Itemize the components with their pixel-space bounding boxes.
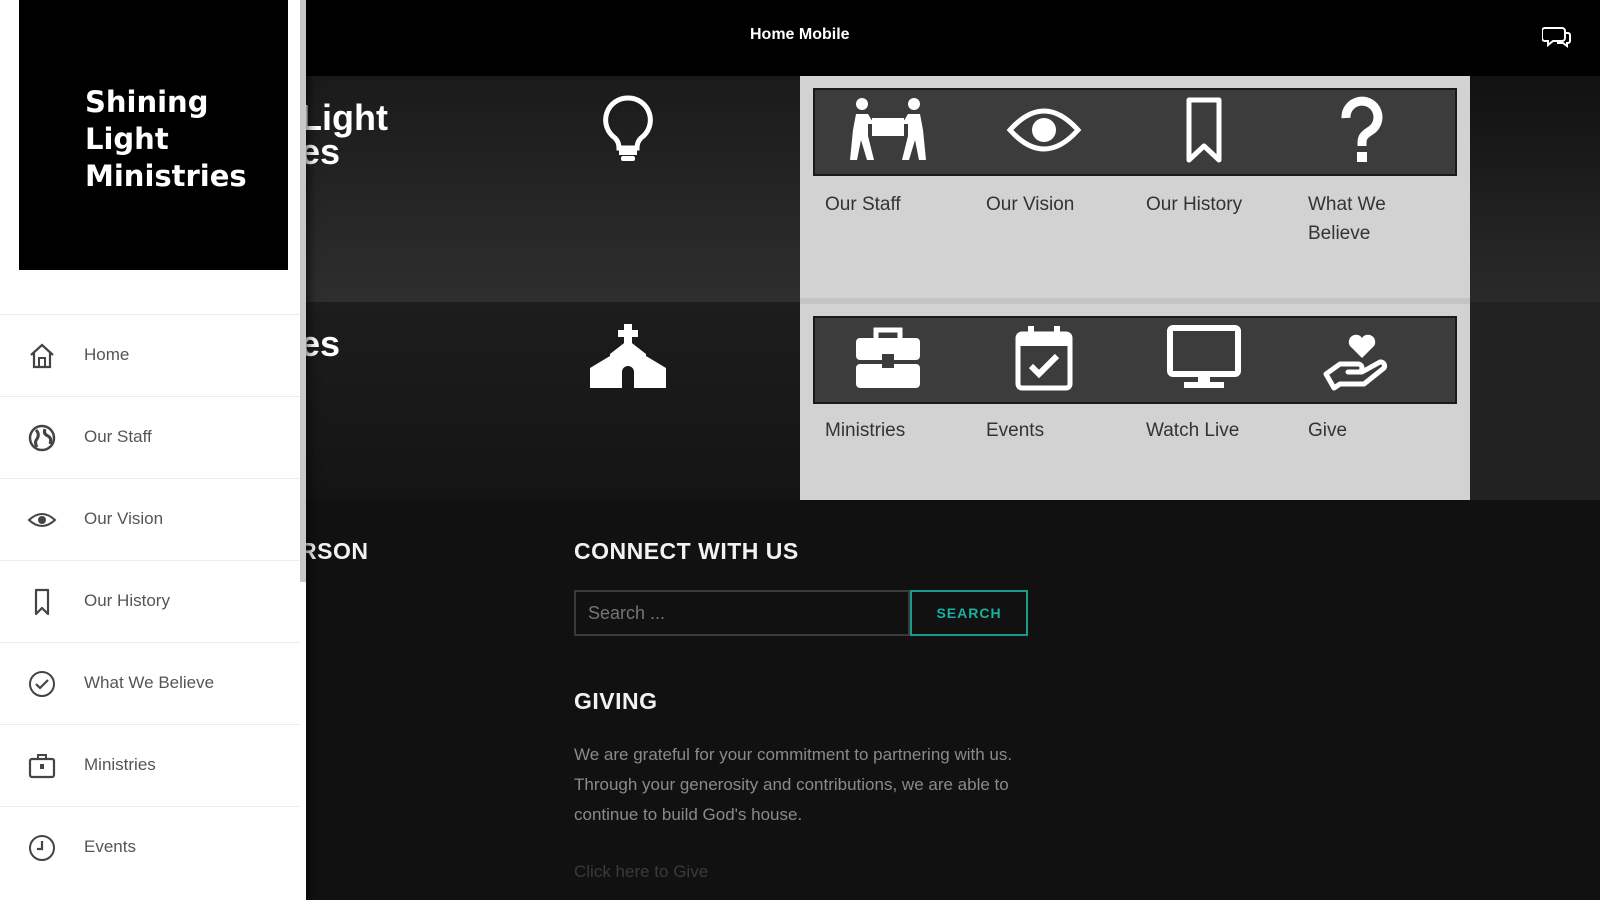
house-icon xyxy=(30,343,54,369)
tile-label-our-vision[interactable]: Our Vision xyxy=(986,190,1116,219)
giving-description: We are grateful for your commitment to p… xyxy=(574,745,1013,824)
giving-section-title: GIVING xyxy=(574,688,658,714)
sidebar-item-ministries[interactable]: Ministries xyxy=(0,724,300,806)
tile-label-what-we-believe[interactable]: What We Believe xyxy=(1308,190,1408,248)
people-carrying-icon[interactable] xyxy=(848,96,928,164)
drawer-scrollbar[interactable] xyxy=(300,0,306,582)
question-mark-icon[interactable] xyxy=(1322,96,1402,164)
briefcase-icon xyxy=(28,754,56,779)
sidebar-item-our-staff[interactable]: Our Staff xyxy=(0,396,300,478)
eye-icon[interactable] xyxy=(1004,96,1084,164)
search-input[interactable] xyxy=(574,590,910,636)
church-icon xyxy=(590,324,666,388)
search-button[interactable]: SEARCH xyxy=(910,590,1028,636)
sidebar-item-label: Events xyxy=(84,837,136,856)
lightbulb-icon xyxy=(603,95,653,161)
quick-links-panel: Our Staff Our Vision Our History What We… xyxy=(800,76,1470,500)
sidebar-item-events[interactable]: Events xyxy=(0,806,300,888)
sidebar-item-label: Our Vision xyxy=(84,509,164,528)
navigation-drawer: Shining Light Ministries Home Our Staff … xyxy=(0,0,306,900)
monitor-icon[interactable] xyxy=(1164,324,1244,392)
sidebar-item-our-history[interactable]: Our History xyxy=(0,560,300,642)
sidebar-item-label: What We Believe xyxy=(84,673,215,692)
tile-label-our-staff[interactable]: Our Staff xyxy=(825,190,955,219)
clock-icon xyxy=(29,835,55,861)
bookmark-icon[interactable] xyxy=(1164,96,1244,164)
sidebar-item-label: Home xyxy=(84,345,130,364)
sidebar-item-label: Ministries xyxy=(84,755,156,774)
globe-icon xyxy=(28,424,56,452)
bookmark-icon xyxy=(34,588,50,616)
page-title: Home Mobile xyxy=(750,26,850,43)
sidebar-item-what-we-believe[interactable]: What We Believe xyxy=(0,642,300,724)
logo-text: Shining Light Ministries xyxy=(85,85,247,193)
eye-icon xyxy=(27,513,57,527)
chat-bubbles-icon[interactable] xyxy=(1542,22,1572,52)
hero-row-2 xyxy=(300,302,800,500)
sidebar-item-label: Our History xyxy=(84,591,170,610)
hero-row2-title-partial: es xyxy=(300,323,341,364)
tile-label-our-history[interactable]: Our History xyxy=(1146,190,1276,219)
hero-row-2-right xyxy=(1470,302,1600,500)
toolbox-icon[interactable] xyxy=(848,324,928,392)
tile-label-give[interactable]: Give xyxy=(1308,416,1438,445)
hero-row-1-right xyxy=(1470,76,1600,302)
visit-section-title-partial: RSON xyxy=(300,538,369,564)
give-link[interactable]: Click here to Give xyxy=(574,862,708,882)
sidebar-item-label: Our Staff xyxy=(84,427,152,446)
sidebar-item-home[interactable]: Home xyxy=(0,314,300,396)
heart-hand-icon[interactable] xyxy=(1322,324,1402,392)
calendar-check-icon[interactable] xyxy=(1004,324,1084,392)
tile-label-ministries[interactable]: Ministries xyxy=(825,416,955,445)
sidebar-item-our-vision[interactable]: Our Vision xyxy=(0,478,300,560)
connect-section-title: CONNECT WITH US xyxy=(574,538,799,564)
hero-subtitle-partial: es xyxy=(300,131,341,172)
check-circle-icon xyxy=(29,671,55,697)
tile-label-watch-live[interactable]: Watch Live xyxy=(1146,416,1276,445)
tile-label-events[interactable]: Events xyxy=(986,416,1116,445)
ministry-logo: Shining Light Ministries xyxy=(19,0,288,270)
panel-divider xyxy=(800,298,1470,304)
